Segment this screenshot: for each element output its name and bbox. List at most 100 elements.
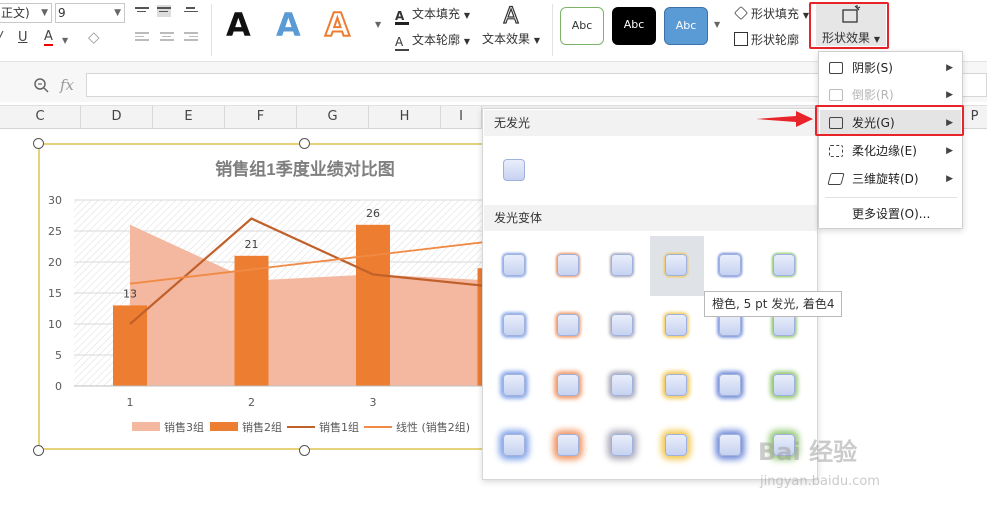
chevron-down-icon: ▼ [41,8,48,18]
text-effect-button[interactable]: A 文本效果 ▼ [482,3,540,47]
reflection-icon [829,89,843,101]
shape-style-white[interactable]: Abc [560,7,604,45]
column-header[interactable]: D [81,106,153,128]
glow-option[interactable] [665,314,687,336]
glow-option[interactable] [719,434,741,456]
glow-option[interactable] [503,254,525,276]
menu-item-soft-edges[interactable]: 柔化边缘(E) ▶ [820,138,961,164]
align-bottom-icon[interactable] [184,5,198,17]
glow-variants-heading: 发光变体 [484,205,817,231]
text-fill-button[interactable]: A 文本填充 ▼ [395,5,470,25]
legend-swatch [210,422,238,431]
wordart-black[interactable]: A [226,6,251,44]
glow-option[interactable] [611,434,633,456]
bar-0 [113,305,147,386]
data-label: 13 [123,287,137,300]
chevron-right-icon: ▶ [946,174,953,184]
data-label: 26 [366,207,380,220]
bar-1 [234,255,269,386]
glow-option[interactable] [557,374,579,396]
font-name-select[interactable]: 正文) ▼ [0,3,52,23]
bar-2 [356,224,390,386]
highlight-box-shape-effect [809,2,889,49]
chevron-right-icon: ▶ [946,146,953,156]
resize-handle[interactable] [33,445,44,456]
font-color-icon[interactable]: A [44,30,53,46]
fx-icon[interactable]: fx [60,76,74,94]
legend-label: 销售2组 [242,420,282,434]
watermark-logo: Bai 经验 [758,438,858,466]
eraser-icon[interactable]: ◇ [88,28,100,46]
glow-option[interactable] [503,434,525,456]
menu-item-more-settings[interactable]: 更多设置(O)... [820,201,961,227]
zoom-icon[interactable] [33,77,49,93]
menu-item-3d-rotation[interactable]: 三维旋转(D) ▶ [820,166,961,192]
column-header[interactable]: F [225,106,297,128]
menu-divider [825,197,957,198]
align-center-icon[interactable] [160,30,174,42]
glow-option[interactable] [611,374,633,396]
x-tick-label: 2 [248,396,255,409]
align-middle-icon[interactable] [157,5,171,17]
glow-option[interactable] [773,254,795,276]
column-header[interactable]: H [369,106,441,128]
column-header[interactable]: I [441,106,482,128]
glow-option[interactable] [665,374,687,396]
wordart-orange-outline[interactable]: A [324,5,351,45]
column-header[interactable]: E [153,106,225,128]
y-tick-label: 30 [48,194,62,207]
chart-title: 销售组1季度业绩对比图 [215,159,394,179]
column-header[interactable]: G [297,106,369,128]
shape-effect-menu: 阴影(S) ▶ 倒影(R) ▶ 发光(G) ▶ 柔化边缘(E) ▶ 三维旋转(D… [818,51,963,229]
glow-option[interactable] [719,374,741,396]
glow-option[interactable] [611,254,633,276]
glow-option[interactable] [773,314,795,336]
glow-option[interactable] [557,254,579,276]
chevron-down-icon[interactable]: ▼ [375,20,381,29]
resize-handle[interactable] [299,445,310,456]
x-axis-ticks: 1234 [127,396,499,409]
resize-handle[interactable] [299,138,310,149]
text-outline-icon: A [395,36,409,51]
chevron-down-icon[interactable]: ▼ [62,36,68,45]
glow-option[interactable] [503,374,525,396]
chevron-down-icon[interactable]: ▼ [714,20,720,29]
glow-option[interactable] [719,254,741,276]
y-axis-ticks: 0 5 10 15 20 25 30 [48,194,62,393]
align-left-icon[interactable] [135,30,149,42]
font-name-value: 正文) [1,6,30,20]
glow-option[interactable] [503,314,525,336]
y-tick-label: 0 [55,380,62,393]
column-header[interactable]: C [0,106,81,128]
align-top-icon[interactable] [135,5,149,17]
italic-icon[interactable]: / [0,30,2,45]
glow-option[interactable] [557,314,579,336]
text-outline-button[interactable]: A 文本轮廓 ▼ [395,31,470,51]
shadow-icon [829,62,843,74]
font-size-select[interactable]: 9 ▼ [55,3,125,23]
font-size-value: 9 [58,6,66,20]
shape-style-black[interactable]: Abc [612,7,656,45]
shape-fill-button[interactable]: 形状填充 ▼ [734,5,809,22]
menu-item-shadow[interactable]: 阴影(S) ▶ [820,55,961,81]
watermark: Bai 经验 jingyan.baidu.com [748,430,978,510]
text-effect-icon: A [503,3,519,29]
glow-option[interactable] [719,314,741,336]
no-glow-option[interactable] [503,159,525,181]
legend-label: 销售1组 [319,420,359,434]
pointer-arrow-icon [756,111,813,127]
resize-handle[interactable] [33,138,44,149]
wordart-blue[interactable]: A [276,6,301,44]
3d-rotation-icon [827,173,845,185]
glow-option[interactable] [665,434,687,456]
underline-icon[interactable]: U [18,30,28,45]
legend-swatch [132,422,160,431]
glow-option[interactable] [773,374,795,396]
shape-style-blue[interactable]: Abc [664,7,708,45]
column-header[interactable]: P [962,106,987,128]
glow-option[interactable] [665,254,687,276]
align-right-icon[interactable] [184,30,198,42]
glow-option[interactable] [557,434,579,456]
glow-option[interactable] [611,314,633,336]
shape-outline-button[interactable]: 形状轮廓 [734,31,799,48]
